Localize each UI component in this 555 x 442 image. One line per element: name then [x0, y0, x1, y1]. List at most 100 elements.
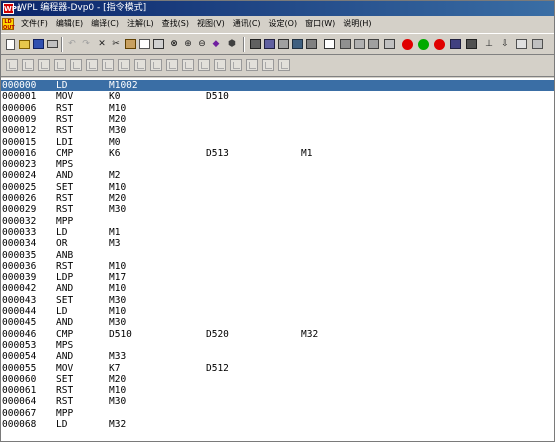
print-icon[interactable] [45, 37, 59, 51]
instruction-opcode: SET [56, 373, 74, 385]
copy-icon[interactable]: ✂ [109, 37, 123, 51]
bracket-icon[interactable] [277, 58, 291, 72]
application-icon[interactable] [229, 58, 243, 72]
contact-no-icon[interactable] [5, 58, 19, 72]
document-icon[interactable]: LD OUT [2, 18, 15, 31]
vertical-line-icon[interactable] [133, 58, 147, 72]
instruction-row[interactable]: 000064 RST M30 [1, 396, 554, 407]
write-icon[interactable] [448, 37, 462, 51]
instruction-row[interactable]: 000055 MOV K7 D512 [1, 363, 554, 374]
instruction-row[interactable]: 000024 AND M2 [1, 170, 554, 181]
menu-compile[interactable]: 编译(C) [87, 16, 123, 32]
delete-line-icon[interactable] [149, 58, 163, 72]
step-icon[interactable] [245, 58, 259, 72]
find-icon[interactable] [151, 37, 165, 51]
monitor-icon[interactable] [416, 37, 430, 51]
instruction-row[interactable]: 000046 CMP D510 D520 M32 [1, 329, 554, 340]
instruction-row[interactable]: 000033 LD M1 [1, 227, 554, 238]
find-binoculars-icon[interactable]: ⊗ [167, 37, 181, 51]
comment-icon[interactable] [290, 37, 304, 51]
contact-nc-icon[interactable] [21, 58, 35, 72]
menu-communication[interactable]: 通讯(C) [229, 16, 265, 32]
instruction-row[interactable]: 000001 MOV K0 D510 [1, 91, 554, 102]
horizontal-line-icon[interactable] [117, 58, 131, 72]
insert-col-icon[interactable] [197, 58, 211, 72]
menu-file[interactable]: 文件(F) [17, 16, 52, 32]
instruction-row[interactable]: 000045 AND M30 [1, 317, 554, 328]
menu-view[interactable]: 视图(V) [193, 16, 229, 32]
delete-icon[interactable] [137, 37, 151, 51]
read-icon[interactable] [366, 37, 380, 51]
cut-icon[interactable]: ✕ [95, 37, 109, 51]
instruction-list[interactable]: 000000 LD M1002 000001 MOV K0 D510 000006 RST M… [1, 78, 554, 441]
menu-edit[interactable]: 编辑(E) [52, 16, 87, 32]
instruction-row[interactable]: 000029 RST M30 [1, 204, 554, 215]
ladder-mode-icon[interactable]: ⬢ [225, 37, 239, 51]
function-icon[interactable] [53, 58, 67, 72]
instruction-row[interactable]: 000006 RST M10 [1, 103, 554, 114]
instruction-opcode: MOV [56, 362, 74, 374]
instruction-row[interactable]: 000067 MPP [1, 408, 554, 419]
instruction-row[interactable]: 000032 MPP [1, 216, 554, 227]
delete-col-icon[interactable] [213, 58, 227, 72]
instruction-row[interactable]: 000068 LD M32 [1, 419, 554, 430]
upload-icon[interactable] [352, 37, 366, 51]
ground-icon[interactable]: ⊥ [482, 37, 496, 51]
instruction-row[interactable]: 000009 RST M20 [1, 114, 554, 125]
run-icon[interactable] [400, 37, 414, 51]
app-icon[interactable]: WPL [3, 3, 21, 14]
instruction-row[interactable]: 000039 LDP M17 [1, 272, 554, 283]
menu-window[interactable]: 窗口(W) [301, 16, 339, 32]
transfer-step-icon[interactable] [261, 58, 275, 72]
sfc-mode-icon[interactable] [262, 37, 276, 51]
instruction-row[interactable]: 000060 SET M20 [1, 374, 554, 385]
open-folder-icon[interactable] [17, 37, 31, 51]
instruction-row[interactable]: 000035 ANB [1, 250, 554, 261]
rising-edge-icon[interactable] [69, 58, 83, 72]
instruction-row[interactable]: 000015 LDI M0 [1, 137, 554, 148]
undo-icon[interactable]: ↶ [65, 37, 79, 51]
device-comment-icon[interactable] [464, 37, 478, 51]
menu-help[interactable]: 说明(H) [339, 16, 375, 32]
menu-comment[interactable]: 注解(L) [123, 16, 158, 32]
compile-icon[interactable]: ◆ [209, 37, 223, 51]
invert-icon[interactable] [101, 58, 115, 72]
settings-icon[interactable] [530, 37, 544, 51]
instruction-row[interactable]: 000061 RST M10 [1, 385, 554, 396]
paste-icon[interactable] [123, 37, 137, 51]
delete-row-icon[interactable] [181, 58, 195, 72]
menu-settings[interactable]: 设定(O) [265, 16, 302, 32]
zoom-in-icon[interactable]: ⊕ [181, 37, 195, 51]
online-icon[interactable] [382, 37, 396, 51]
stop-icon[interactable] [432, 37, 446, 51]
instruction-row[interactable]: 000042 AND M10 [1, 283, 554, 294]
instruction-row[interactable]: 000000 LD M1002 [1, 80, 554, 92]
redo-icon[interactable]: ↷ [79, 37, 93, 51]
register-icon[interactable] [304, 37, 318, 51]
instruction-row[interactable]: 000043 SET M30 [1, 295, 554, 306]
instruction-row[interactable]: 000016 CMP K6 D513 M1 [1, 148, 554, 159]
instruction-row[interactable]: 000044 LD M10 [1, 306, 554, 317]
device-monitor-icon[interactable] [276, 37, 290, 51]
zoom-out-icon[interactable]: ⊖ [195, 37, 209, 51]
coil-icon[interactable] [37, 58, 51, 72]
instruction-mode-icon[interactable] [248, 37, 262, 51]
instruction-row[interactable]: 000025 SET M10 [1, 182, 554, 193]
save-icon[interactable] [31, 37, 45, 51]
instruction-row[interactable]: 000026 RST M20 [1, 193, 554, 204]
instruction-row[interactable]: 000053 MPS [1, 340, 554, 351]
download-icon[interactable] [338, 37, 352, 51]
instruction-row[interactable]: 000012 RST M30 [1, 125, 554, 136]
instruction-row[interactable]: 000023 MPS [1, 159, 554, 170]
insert-row-icon[interactable] [165, 58, 179, 72]
instruction-row[interactable]: 000036 RST M10 [1, 261, 554, 272]
instruction-row[interactable]: 000054 AND M33 [1, 351, 554, 362]
menu-search[interactable]: 查找(S) [158, 16, 193, 32]
transfer-icon[interactable]: ⇩ [498, 37, 512, 51]
falling-edge-icon[interactable] [85, 58, 99, 72]
table-icon[interactable] [322, 37, 336, 51]
clear-icon[interactable] [514, 37, 528, 51]
instruction-row[interactable]: 000034 OR M3 [1, 238, 554, 249]
operand-1: M1002 [109, 80, 138, 91]
new-file-icon[interactable] [3, 37, 17, 51]
